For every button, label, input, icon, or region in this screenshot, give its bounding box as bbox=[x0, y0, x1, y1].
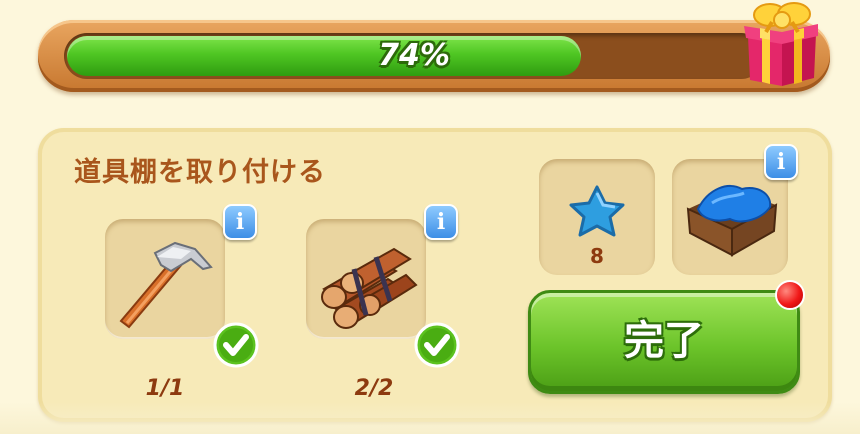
check-icon bbox=[213, 322, 259, 368]
info-button[interactable]: i bbox=[223, 204, 257, 240]
check-icon bbox=[414, 322, 460, 368]
notification-dot bbox=[775, 280, 805, 310]
info-button[interactable]: i bbox=[424, 204, 458, 240]
log-bundle-icon bbox=[321, 247, 418, 329]
hammer-icon bbox=[119, 241, 213, 329]
complete-button[interactable]: 完了 bbox=[528, 290, 800, 394]
requirement-count: 1/1 bbox=[145, 376, 185, 401]
requirement-slot-hammer[interactable] bbox=[105, 219, 225, 339]
bottom-shade bbox=[0, 402, 860, 434]
reward-amount: 8 bbox=[590, 244, 604, 268]
requirement-slot-logs[interactable] bbox=[306, 219, 426, 339]
gift-icon[interactable] bbox=[742, 0, 820, 88]
progress-label: 74% bbox=[378, 38, 450, 73]
quest-title: 道具棚を取り付ける bbox=[74, 157, 326, 188]
requirement-count: 2/2 bbox=[354, 376, 394, 401]
info-button[interactable]: i bbox=[764, 144, 798, 180]
